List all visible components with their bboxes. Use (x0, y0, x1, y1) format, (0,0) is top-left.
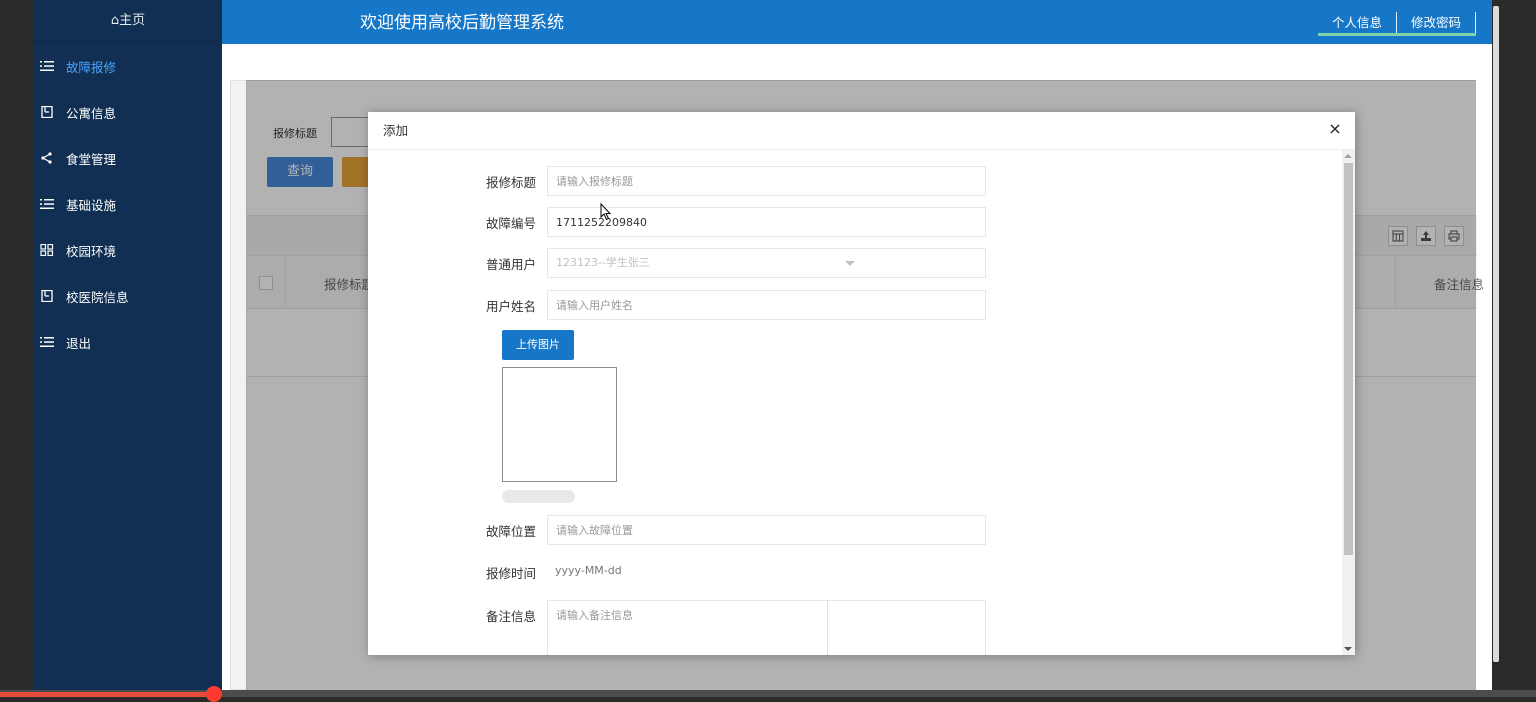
scroll-down-icon[interactable] (1344, 647, 1352, 651)
sidebar-item-label: 校园环境 (66, 243, 117, 259)
profile-link[interactable]: 个人信息 (1318, 12, 1397, 33)
name-input[interactable] (547, 290, 986, 320)
remark-textarea[interactable] (547, 600, 828, 655)
sidebar-item-label: 公寓信息 (66, 105, 117, 121)
top-header: 欢迎使用高校后勤管理系统 个人信息 修改密码 (222, 0, 1492, 44)
book-icon (40, 290, 54, 302)
user-select-value: 123123--学生张三 (556, 256, 650, 269)
remark-field-label: 备注信息 (485, 609, 536, 624)
chevron-down-icon (845, 261, 855, 266)
number-input[interactable] (547, 207, 986, 237)
title-field-label: 报修标题 (485, 175, 536, 190)
video-progress-fill (0, 692, 214, 697)
close-icon[interactable]: × (1327, 121, 1343, 137)
upload-progress (502, 490, 575, 503)
sidebar-item-label: 故障报修 (66, 59, 117, 75)
header-links: 个人信息 修改密码 (1317, 12, 1476, 36)
upload-image-button[interactable]: 上传图片 (502, 330, 574, 360)
name-field-label: 用户姓名 (485, 299, 536, 314)
page-title: 欢迎使用高校后勤管理系统 (360, 13, 564, 33)
list-icon (40, 60, 54, 72)
share-icon (40, 152, 54, 164)
sidebar-item-label: 退出 (66, 335, 92, 351)
sidebar-item-label: 食堂管理 (66, 151, 117, 167)
sidebar-item-repair[interactable]: 故障报修 (34, 50, 222, 82)
date-input[interactable]: yyyy-MM-dd (555, 564, 622, 577)
image-preview (502, 367, 617, 482)
sidebar-item-hospital[interactable]: 校医院信息 (34, 280, 222, 312)
dialog-title: 添加 (368, 112, 1355, 150)
sidebar-item-label: 基础设施 (66, 197, 117, 213)
sidebar-item-campus-environment[interactable]: 校园环境 (34, 234, 222, 266)
dialog-body: 报修标题 故障编号 普通用户 123123--学生张三 用户姓名 上传图片 故障… (368, 150, 1355, 655)
book-icon (40, 106, 54, 118)
list-icon (40, 336, 54, 348)
time-field-label: 报修时间 (485, 566, 536, 581)
sidebar-item-apartment[interactable]: 公寓信息 (34, 96, 222, 128)
home-link[interactable]: ⌂主页 (34, 0, 222, 42)
video-progress-knob[interactable] (206, 686, 222, 702)
add-dialog: 添加 × 报修标题 故障编号 普通用户 123123--学生张三 用户姓名 上传… (368, 112, 1355, 655)
mouse-cursor-icon (600, 203, 612, 221)
sidebar-item-logout[interactable]: 退出 (34, 326, 222, 358)
user-field-label: 普通用户 (485, 257, 536, 272)
remark-extension (827, 600, 986, 655)
title-input[interactable] (547, 166, 986, 196)
user-select[interactable]: 123123--学生张三 (547, 248, 986, 278)
list-icon (40, 198, 54, 210)
number-field-label: 故障编号 (485, 216, 536, 231)
sidebar-item-infrastructure[interactable]: 基础设施 (34, 188, 222, 220)
grid-icon (40, 244, 54, 256)
dialog-scrollbar[interactable] (1342, 150, 1355, 655)
change-password-link[interactable]: 修改密码 (1397, 12, 1476, 33)
video-progress-track (0, 690, 1536, 697)
location-field-label: 故障位置 (485, 524, 536, 539)
location-input[interactable] (547, 515, 986, 545)
scroll-up-icon[interactable] (1344, 154, 1352, 158)
scroll-thumb[interactable] (1344, 163, 1353, 555)
sidebar-item-canteen[interactable]: 食堂管理 (34, 142, 222, 174)
sidebar-item-label: 校医院信息 (66, 289, 129, 305)
sidebar: ⌂主页 故障报修 公寓信息 食堂管理 基础设施 校园环境 校医院信息 退出 (34, 0, 222, 690)
page-scrollbar[interactable] (1493, 6, 1499, 662)
